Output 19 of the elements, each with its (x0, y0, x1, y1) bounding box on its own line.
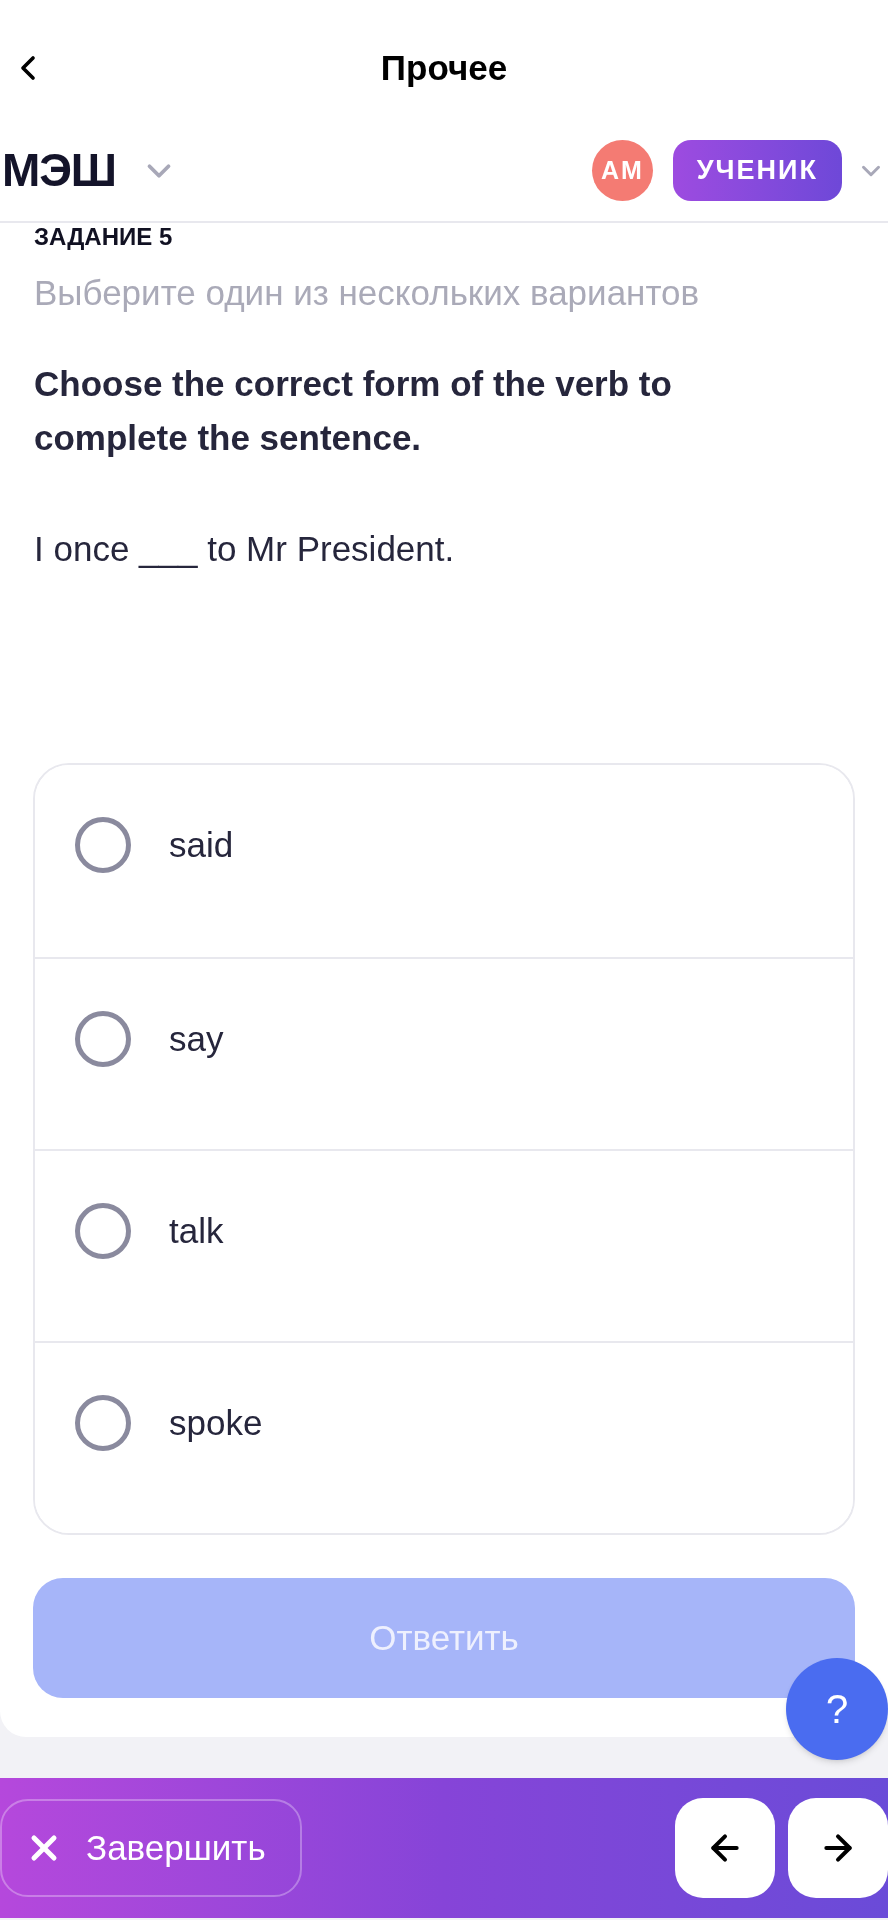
finish-button[interactable]: Завершить (0, 1799, 302, 1897)
radio-button[interactable] (75, 1395, 131, 1451)
option-label: talk (169, 1210, 224, 1252)
instruction-text: Выберите один из нескольких вариантов (34, 272, 701, 314)
question-text: Choose the correct form of the verb to complete the sentence. (34, 363, 673, 459)
option-label: say (169, 1018, 224, 1060)
option-item[interactable]: spoke (35, 1341, 853, 1533)
option-label: spoke (169, 1402, 263, 1444)
radio-button[interactable] (75, 1203, 131, 1259)
role-badge[interactable]: УЧЕНИК (672, 140, 842, 201)
previous-button[interactable] (675, 1798, 775, 1898)
radio-button[interactable] (75, 1011, 131, 1067)
sentence-text: I once ___ to Mr President. (34, 528, 456, 570)
option-label: said (169, 824, 234, 866)
task-label: ЗАДАНИЕ 5 (34, 223, 174, 251)
radio-button[interactable] (75, 817, 131, 873)
page-title: Прочее (380, 46, 508, 89)
next-button[interactable] (788, 1798, 888, 1898)
logo-text[interactable]: МЭШ (2, 136, 116, 205)
